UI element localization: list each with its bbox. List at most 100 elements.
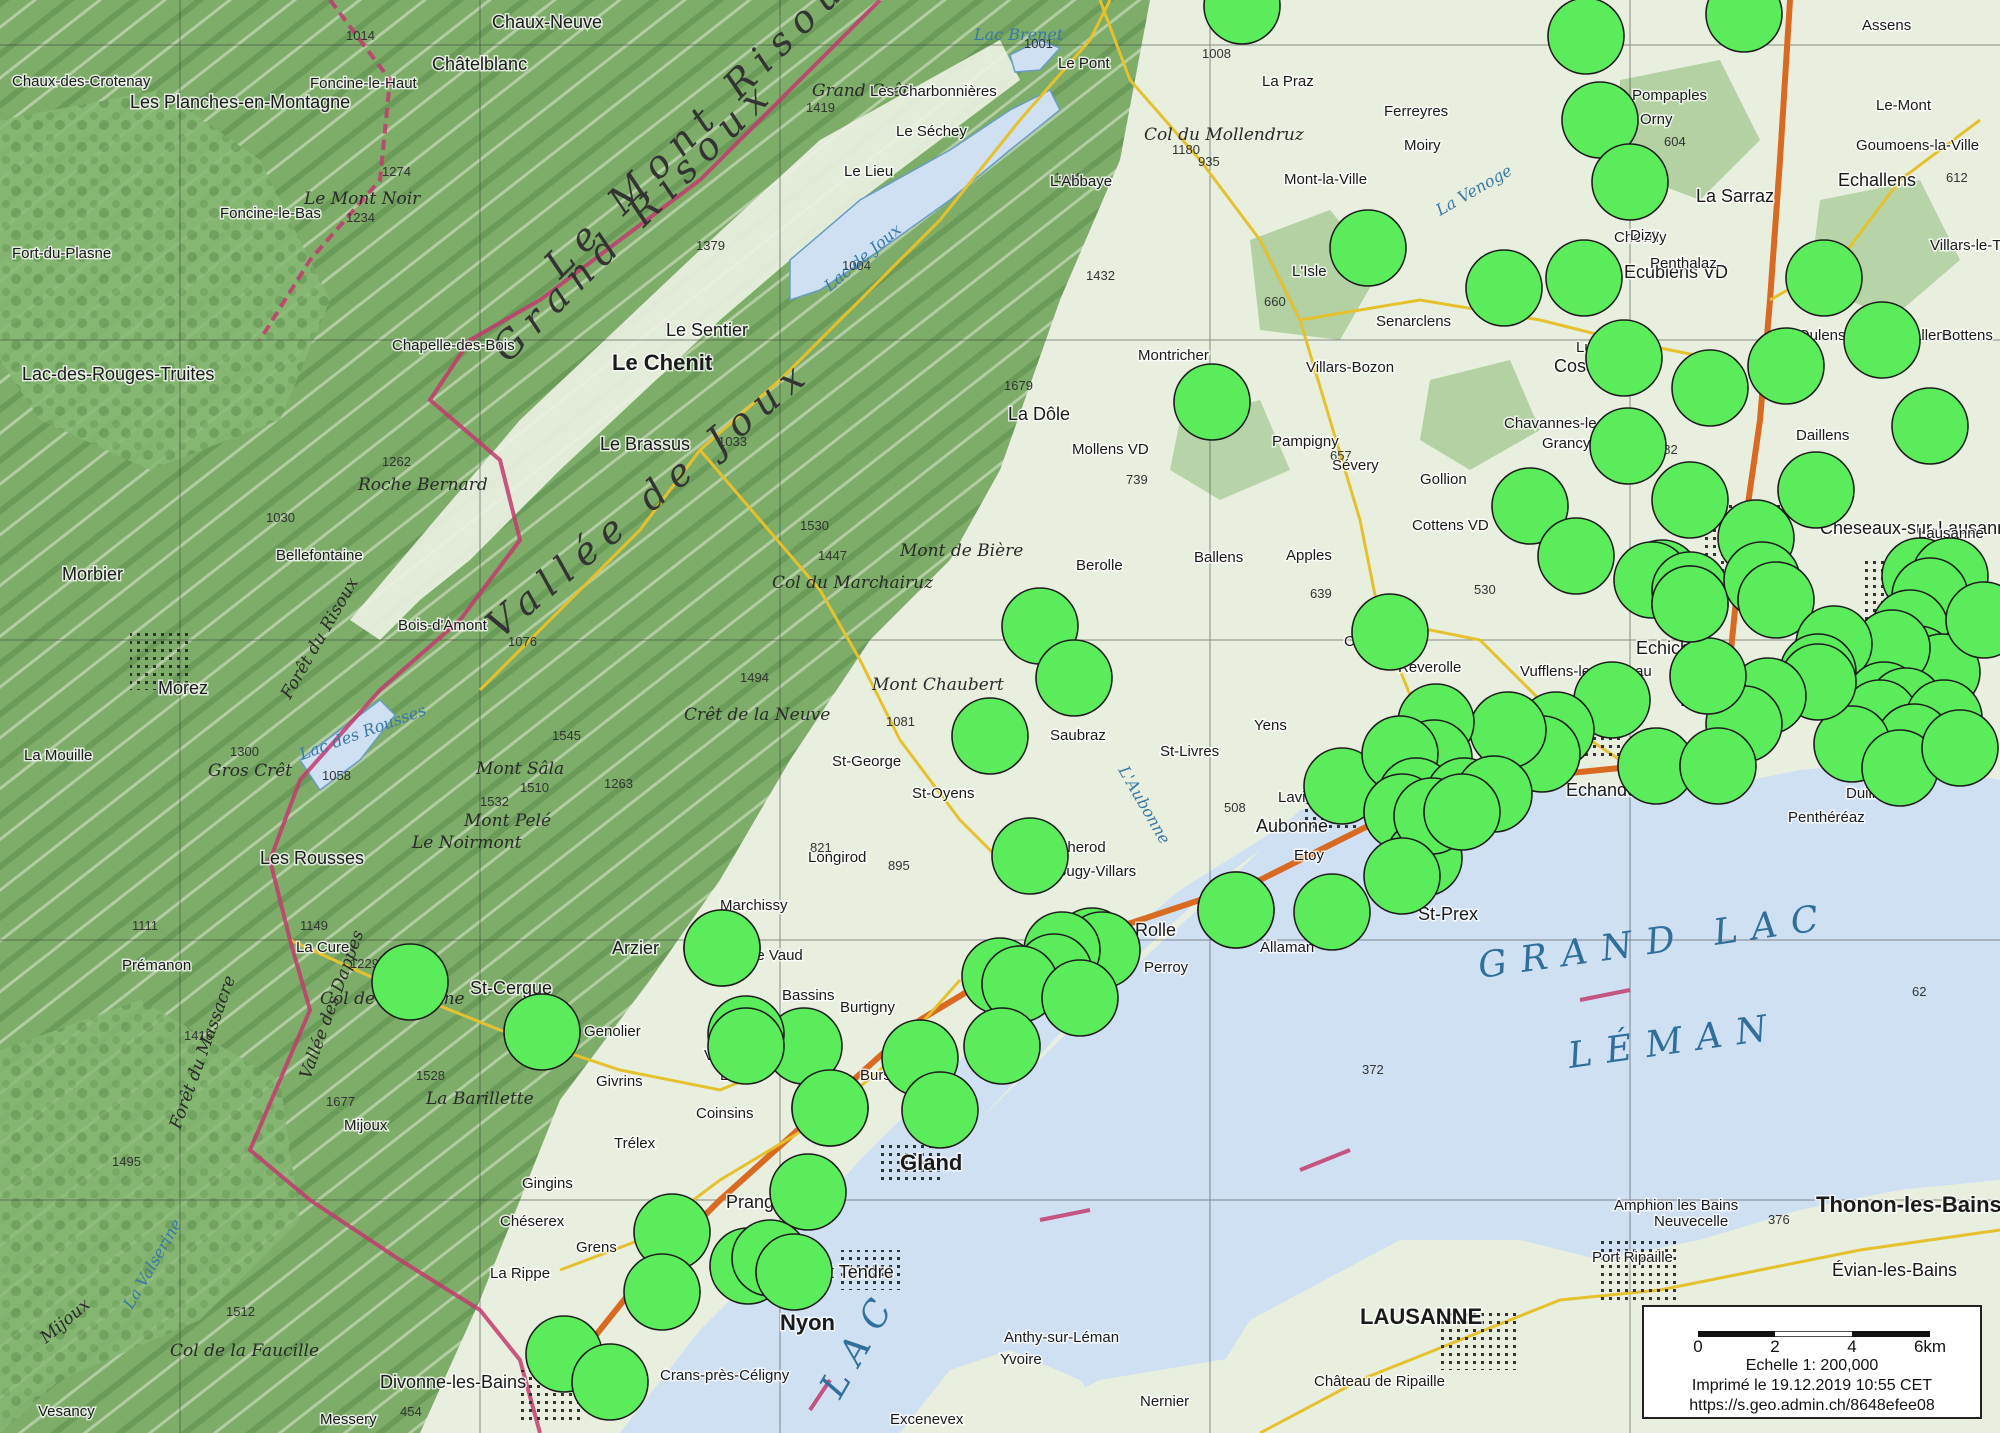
elevation-label: 1263	[604, 776, 633, 791]
location-marker[interactable]	[1679, 727, 1757, 805]
location-marker[interactable]	[683, 909, 761, 987]
place-label: Aubonne	[1256, 816, 1328, 836]
location-marker[interactable]	[1363, 837, 1441, 915]
place-label: Neuvecelle	[1654, 1213, 1728, 1230]
location-marker[interactable]	[1197, 871, 1275, 949]
terrain-label: Mont Sâla	[475, 759, 564, 779]
map-viewport[interactable]: 1014 1419 1274 1234 1379 1004 1008 1033 1262 1030…	[0, 0, 2000, 1433]
location-marker[interactable]	[769, 1153, 847, 1231]
place-label: L'Abbaye	[1050, 173, 1112, 190]
place-label: Daillens	[1796, 427, 1849, 444]
location-marker[interactable]	[1589, 407, 1667, 485]
scale-ratio-text: Echelle 1: 200,000	[1745, 1357, 1879, 1374]
location-marker[interactable]	[1585, 319, 1663, 397]
location-marker[interactable]	[1777, 451, 1855, 529]
location-marker[interactable]	[1041, 959, 1119, 1037]
elevation-label: 1014	[346, 28, 375, 43]
place-label: Longirod	[808, 849, 866, 866]
location-marker[interactable]	[791, 1069, 869, 1147]
place-label: Yvoire	[1000, 1351, 1042, 1368]
place-label: Anthy-sur-Léman	[1004, 1329, 1119, 1346]
place-label: Penthalaz	[1650, 255, 1717, 272]
place-label: Villars-Bozon	[1306, 359, 1394, 376]
place-label: Gollion	[1420, 471, 1467, 488]
place-label: La Rippe	[490, 1265, 550, 1282]
location-marker[interactable]	[1843, 301, 1921, 379]
share-url-text[interactable]: https://s.geo.admin.ch/8648efee08	[1644, 1397, 1980, 1415]
location-marker[interactable]	[1671, 349, 1749, 427]
location-marker[interactable]	[1173, 363, 1251, 441]
location-marker[interactable]	[1465, 249, 1543, 327]
location-marker[interactable]	[901, 1071, 979, 1149]
location-marker[interactable]	[1591, 143, 1669, 221]
location-marker[interactable]	[1747, 327, 1825, 405]
location-marker[interactable]	[1351, 593, 1429, 671]
place-label: Bottens	[1942, 327, 1993, 344]
location-marker[interactable]	[1469, 691, 1547, 769]
place-label: Goumoens-la-Ville	[1856, 137, 1979, 154]
place-label: Saubraz	[1050, 727, 1106, 744]
elevation-label: 895	[888, 858, 910, 873]
place-label: Givrins	[596, 1073, 643, 1090]
location-marker[interactable]	[503, 993, 581, 1071]
location-marker[interactable]	[951, 697, 1029, 775]
place-label: Montricher	[1138, 347, 1209, 364]
place-label: Coinsins	[696, 1105, 754, 1122]
place-label: Ballens	[1194, 549, 1243, 566]
place-label: L'Isle	[1292, 263, 1327, 280]
place-label: Château de Ripaille	[1314, 1373, 1445, 1390]
place-label: Fort-du-Plasne	[12, 245, 111, 262]
location-marker[interactable]	[1329, 209, 1407, 287]
location-marker[interactable]	[1651, 565, 1729, 643]
terrain-label: La Barillette	[425, 1089, 534, 1109]
location-marker[interactable]	[1547, 0, 1625, 75]
location-marker[interactable]	[1891, 387, 1969, 465]
place-label: La Sarraz	[1696, 186, 1774, 206]
place-label: Chéserex	[500, 1213, 565, 1230]
elevation-label: 612	[1946, 170, 1968, 185]
location-marker[interactable]	[1651, 461, 1729, 539]
place-label: Chapelle-des-Bois	[392, 337, 515, 354]
place-label: LAUSANNE	[1360, 1304, 1482, 1329]
location-marker[interactable]	[1921, 709, 1999, 787]
location-marker[interactable]	[1035, 639, 1113, 717]
location-marker[interactable]	[755, 1233, 833, 1311]
place-label: Morez	[158, 678, 208, 698]
place-label: Berolle	[1076, 557, 1123, 574]
place-label: Le Chenit	[612, 350, 713, 375]
location-marker[interactable]	[963, 1007, 1041, 1085]
place-label: Port Ripaille	[1592, 1249, 1673, 1266]
location-marker[interactable]	[1537, 517, 1615, 595]
elevation-label: 1677	[326, 1094, 355, 1109]
location-marker[interactable]	[1423, 773, 1501, 851]
topographic-map[interactable]: 1014141912741234137910041008103312621030…	[0, 0, 2000, 1433]
location-marker[interactable]	[991, 817, 1069, 895]
place-label: Cottens VD	[1412, 517, 1489, 534]
place-label: Le Pont	[1058, 55, 1111, 72]
elevation-label: 1512	[226, 1304, 255, 1319]
terrain-label: Mont de Bière	[899, 541, 1023, 561]
terrain-label: Mont Pelé	[463, 811, 551, 831]
scale-tick-6km: 6km	[1913, 1337, 1947, 1356]
location-marker[interactable]	[707, 1007, 785, 1085]
place-label: Penthéréaz	[1788, 809, 1865, 826]
location-marker[interactable]	[623, 1253, 701, 1331]
scale-tick-0: 0	[1693, 1337, 1703, 1356]
place-label: St-Oyens	[912, 785, 975, 802]
terrain-label: Roche Bernard	[357, 475, 488, 495]
place-label: St-Prex	[1418, 904, 1478, 924]
location-marker[interactable]	[371, 943, 449, 1021]
place-label: La Mouille	[24, 747, 92, 764]
scale-bar	[1698, 1331, 1930, 1337]
elevation-label: 1495	[112, 1154, 141, 1169]
elevation-label: 935	[1198, 154, 1220, 169]
place-label: Mont-la-Ville	[1284, 171, 1367, 188]
location-marker[interactable]	[571, 1343, 649, 1421]
place-label: Moiry	[1404, 137, 1441, 154]
location-marker[interactable]	[1545, 239, 1623, 317]
place-label: Nernier	[1140, 1393, 1189, 1410]
location-marker[interactable]	[1293, 873, 1371, 951]
place-label: Genolier	[584, 1023, 641, 1040]
location-marker[interactable]	[1669, 637, 1747, 715]
location-marker[interactable]	[1785, 239, 1863, 317]
